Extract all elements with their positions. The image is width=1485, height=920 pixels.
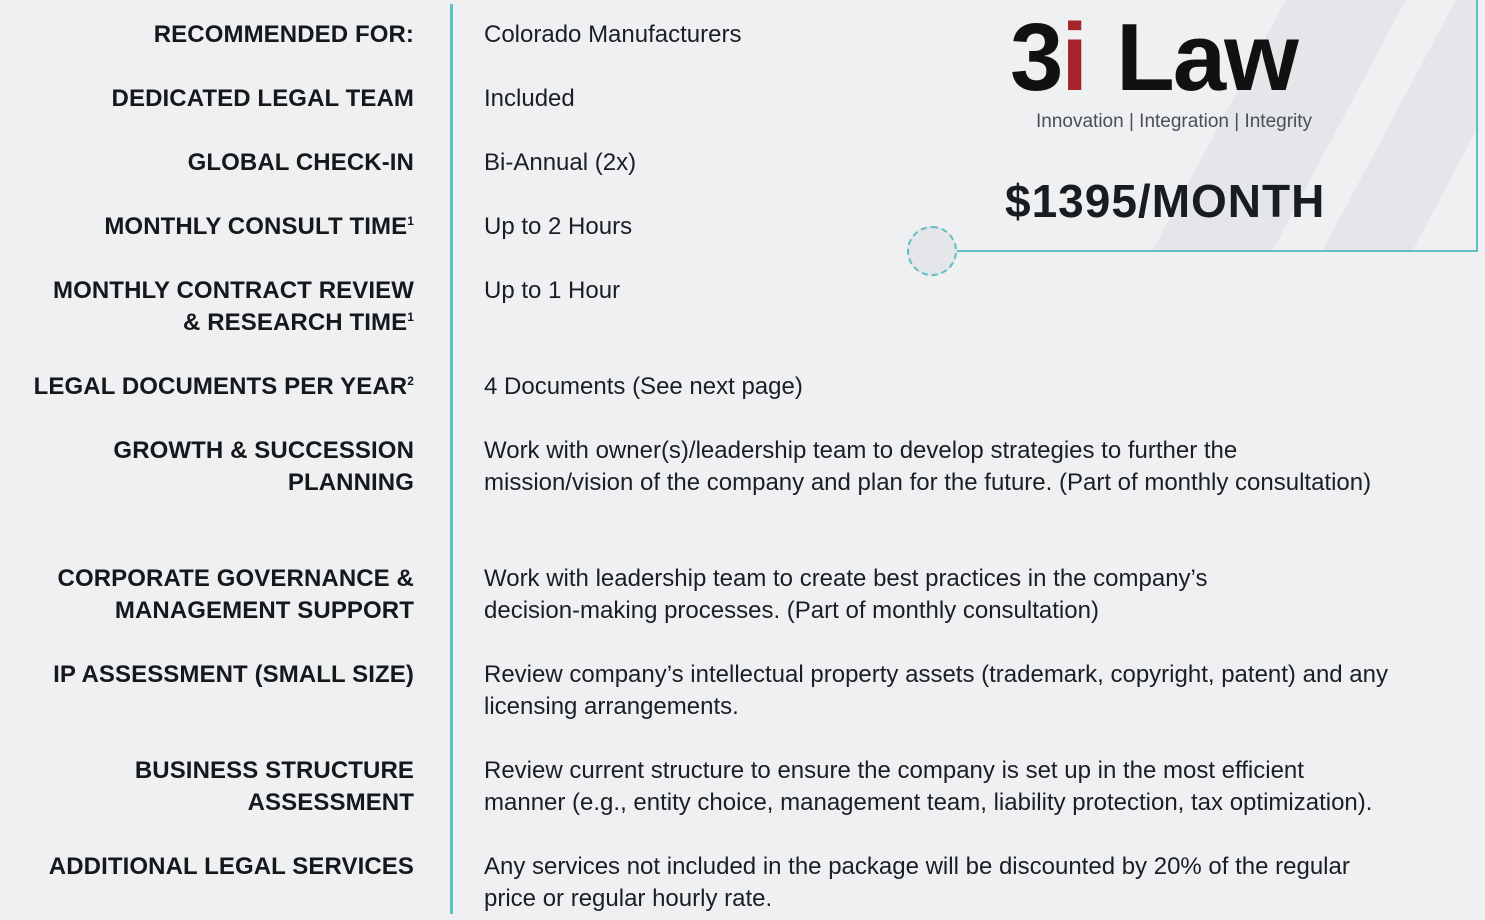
logo-text-accent: i bbox=[1061, 4, 1088, 111]
row-value-ip-assessment: Review company’s intellectual property a… bbox=[484, 661, 1388, 720]
logo-text: Law bbox=[1116, 4, 1299, 111]
row-label-global-check-in: GLOBAL CHECK-IN bbox=[187, 149, 414, 176]
row-value-growth-succession-planning: Work with owner(s)/leadership team to de… bbox=[484, 437, 1372, 496]
row-label-legal-documents-per-year: LEGAL DOCUMENTS PER YEAR2 bbox=[33, 373, 414, 400]
row-label-ip-assessment: IP ASSESSMENT (SMALL SIZE) bbox=[53, 661, 414, 688]
vertical-divider bbox=[450, 4, 453, 914]
row-label-business-structure-assessment: BUSINESS STRUCTURE ASSESSMENT bbox=[134, 757, 414, 816]
logo-tagline: Innovation | Integration | Integrity bbox=[1036, 111, 1313, 132]
row-label-recommended-for: RECOMMENDED FOR: bbox=[153, 21, 414, 48]
row-value-monthly-consult-time: Up to 2 Hours bbox=[484, 213, 633, 240]
row-label-monthly-consult-time: MONTHLY CONSULT TIME1 bbox=[104, 213, 414, 240]
row-value-additional-legal-services: Any services not included in the package… bbox=[484, 853, 1350, 912]
company-logo: 3i Law bbox=[1010, 10, 1299, 106]
footnote-marker: 1 bbox=[407, 310, 414, 324]
monthly-price: $1395/MONTH bbox=[1005, 175, 1326, 227]
row-value-monthly-contract-review: Up to 1 Hour bbox=[484, 277, 621, 304]
row-label-monthly-contract-review: MONTHLY CONTRACT REVIEW & RESEARCH TIME1 bbox=[53, 277, 414, 336]
footnote-marker: 2 bbox=[407, 374, 414, 388]
row-label-corporate-governance: CORPORATE GOVERNANCE & MANAGEMENT SUPPORT bbox=[57, 565, 414, 624]
row-label-growth-succession-planning: GROWTH & SUCCESSION PLANNING bbox=[113, 437, 414, 496]
row-value-dedicated-legal-team: Included bbox=[484, 85, 575, 112]
row-value-legal-documents-per-year: 4 Documents (See next page) bbox=[484, 373, 803, 400]
decorative-circle-icon bbox=[907, 226, 957, 276]
footnote-marker: 1 bbox=[407, 214, 414, 228]
row-value-recommended-for: Colorado Manufacturers bbox=[484, 21, 742, 48]
row-value-global-check-in: Bi-Annual (2x) bbox=[484, 149, 637, 176]
row-value-business-structure-assessment: Review current structure to ensure the c… bbox=[484, 757, 1373, 816]
row-label-additional-legal-services: ADDITIONAL LEGAL SERVICES bbox=[48, 853, 414, 880]
row-value-corporate-governance: Work with leadership team to create best… bbox=[484, 565, 1208, 624]
row-label-dedicated-legal-team: DEDICATED LEGAL TEAM bbox=[111, 85, 414, 112]
logo-text: 3 bbox=[1010, 4, 1063, 111]
